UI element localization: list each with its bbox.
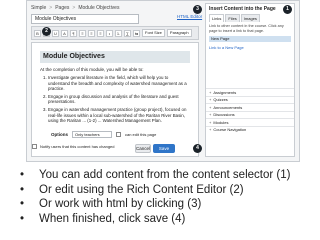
list-item: 2. Engage in group discussion and analysi… — [43, 94, 189, 105]
can-edit-checkbox[interactable] — [116, 132, 121, 137]
intro-text: At the completion of this module, you wi… — [40, 67, 144, 72]
sidebar-item-label: Assignments — [213, 89, 237, 95]
cancel-button[interactable]: Cancel — [135, 144, 151, 153]
content-sections: + Assignments + Quizzes + Announcements + Di… — [206, 88, 294, 133]
module-heading: Module Objectives — [40, 51, 190, 63]
align-left-button[interactable]: ≡ — [79, 29, 86, 37]
list-item: 1. Investigate general literature in the … — [43, 75, 189, 92]
content-selector-sidebar: Insert Content into the Page Links Files… — [205, 3, 295, 157]
sidebar-item-label: Announcements — [213, 104, 243, 110]
objective-text: Engage in group discussion and analysis … — [48, 93, 179, 105]
bullet-icon: • — [20, 198, 25, 210]
callout-badge-2: 2 — [42, 27, 51, 36]
canvas-page-editor-screenshot: Simple > Pages > Module Objectives Modul… — [26, 0, 300, 162]
sidebar-item-course-navigation[interactable]: + Course Navigation — [206, 125, 294, 134]
numbered-list-button[interactable]: 1. — [115, 29, 122, 37]
expand-icon: + — [209, 97, 212, 103]
new-page-item[interactable]: New Page — [209, 36, 291, 43]
expand-icon: + — [209, 89, 212, 95]
notify-label: Notify users that this content has chang… — [40, 144, 115, 149]
breadcrumb-item[interactable]: Module Objectives — [78, 5, 119, 11]
editing-roles-select[interactable]: Only teachers — [72, 131, 112, 138]
html-editor-toggle[interactable]: HTML Editor — [177, 14, 202, 19]
bullet-list-button[interactable]: • — [106, 29, 113, 37]
list-item: • You can add content from the content se… — [20, 168, 290, 183]
breadcrumb: Simple > Pages > Module Objectives — [31, 4, 119, 12]
breadcrumb-separator: > — [72, 5, 76, 11]
rich-content-toolbar: B I U A ¶ ≡ ≡ ≡ • 1. ∑ ⇆ Font Size Parag… — [31, 26, 199, 40]
options-label: Options — [51, 132, 68, 137]
font-size-select[interactable]: Font Size — [142, 29, 165, 37]
sidebar-tabs: Links Files Images — [206, 14, 294, 22]
breadcrumb-item[interactable]: Pages — [55, 5, 69, 11]
can-edit-label: can edit this page — [125, 132, 157, 137]
save-button[interactable]: Save — [153, 144, 175, 153]
objective-text: Engage in watershed management practice … — [48, 106, 187, 124]
instruction-text: Or work with html by clicking (3) — [39, 198, 202, 210]
bullet-icon: • — [20, 169, 25, 181]
sidebar-item-label: Quizzes — [213, 97, 228, 103]
notify-checkbox[interactable] — [32, 144, 37, 149]
tab-files[interactable]: Files — [225, 14, 240, 22]
sidebar-description: Link to other content in the course. Cli… — [209, 24, 284, 33]
tab-links[interactable]: Links — [209, 14, 225, 22]
expand-icon: + — [209, 112, 212, 118]
tab-images[interactable]: Images — [240, 14, 260, 22]
options-row: Options Only teachers can edit this page — [31, 129, 199, 140]
list-item: • Or edit using the Rich Content Editor (… — [20, 183, 290, 198]
callout-badge-3: 3 — [193, 5, 202, 14]
objective-text: Investigate general literature in the fi… — [48, 75, 187, 92]
bold-button[interactable]: B — [34, 29, 41, 37]
instruction-text: You can add content from the content sel… — [39, 169, 291, 181]
sidebar-title: Insert Content into the Page — [209, 6, 276, 12]
breadcrumb-separator: > — [49, 5, 53, 11]
instruction-text: Or edit using the Rich Content Editor (2… — [39, 183, 244, 196]
sidebar-item-label: Discussions — [213, 112, 235, 118]
callout-badge-1: 1 — [283, 5, 292, 14]
bullet-icon: • — [20, 183, 25, 196]
paragraph-select[interactable]: Paragraph — [166, 29, 192, 37]
sidebar-item-modules[interactable]: + Modules — [206, 118, 294, 126]
paragraph-button[interactable]: ¶ — [70, 29, 77, 37]
callout-badge-4: 4 — [193, 144, 202, 153]
list-number: 3. — [43, 106, 47, 112]
text-direction-button[interactable]: ⇆ — [133, 29, 140, 37]
list-number: 1. — [43, 75, 47, 80]
align-right-button[interactable]: ≡ — [97, 29, 104, 37]
expand-icon: + — [209, 127, 212, 133]
sidebar-item-announcements[interactable]: + Announcements — [206, 103, 294, 111]
page-title-input[interactable]: Module Objectives — [31, 14, 139, 24]
list-item: • When finished, click save (4) — [20, 212, 290, 227]
breadcrumb-item[interactable]: Simple — [31, 5, 46, 11]
instruction-text: When finished, click save (4) — [39, 212, 186, 225]
list-number: 2. — [43, 93, 47, 99]
sidebar-item-discussions[interactable]: + Discussions — [206, 110, 294, 119]
expand-icon: + — [209, 119, 212, 125]
expand-icon: + — [209, 104, 212, 110]
sidebar-item-quizzes[interactable]: + Quizzes — [206, 95, 294, 104]
notify-row: Notify users that this content has chang… — [32, 144, 115, 149]
new-page-link[interactable]: Link to a New Page — [206, 43, 294, 52]
list-item: • Or work with html by clicking (3) — [20, 197, 290, 212]
sidebar-item-label: Modules — [213, 119, 229, 125]
text-color-button[interactable]: A — [61, 29, 68, 37]
equation-button[interactable]: ∑ — [124, 29, 131, 37]
instruction-list: • You can add content from the content se… — [20, 168, 290, 226]
sidebar-item-label: Course Navigation — [213, 127, 247, 133]
bullet-icon: • — [20, 212, 25, 225]
sidebar-item-assignments[interactable]: + Assignments — [206, 88, 294, 96]
align-center-button[interactable]: ≡ — [88, 29, 95, 37]
objectives-list: 1. Investigate general literature in the … — [43, 75, 189, 126]
list-item: 3. Engage in watershed management practic… — [43, 107, 189, 124]
underline-button[interactable]: U — [52, 29, 59, 37]
